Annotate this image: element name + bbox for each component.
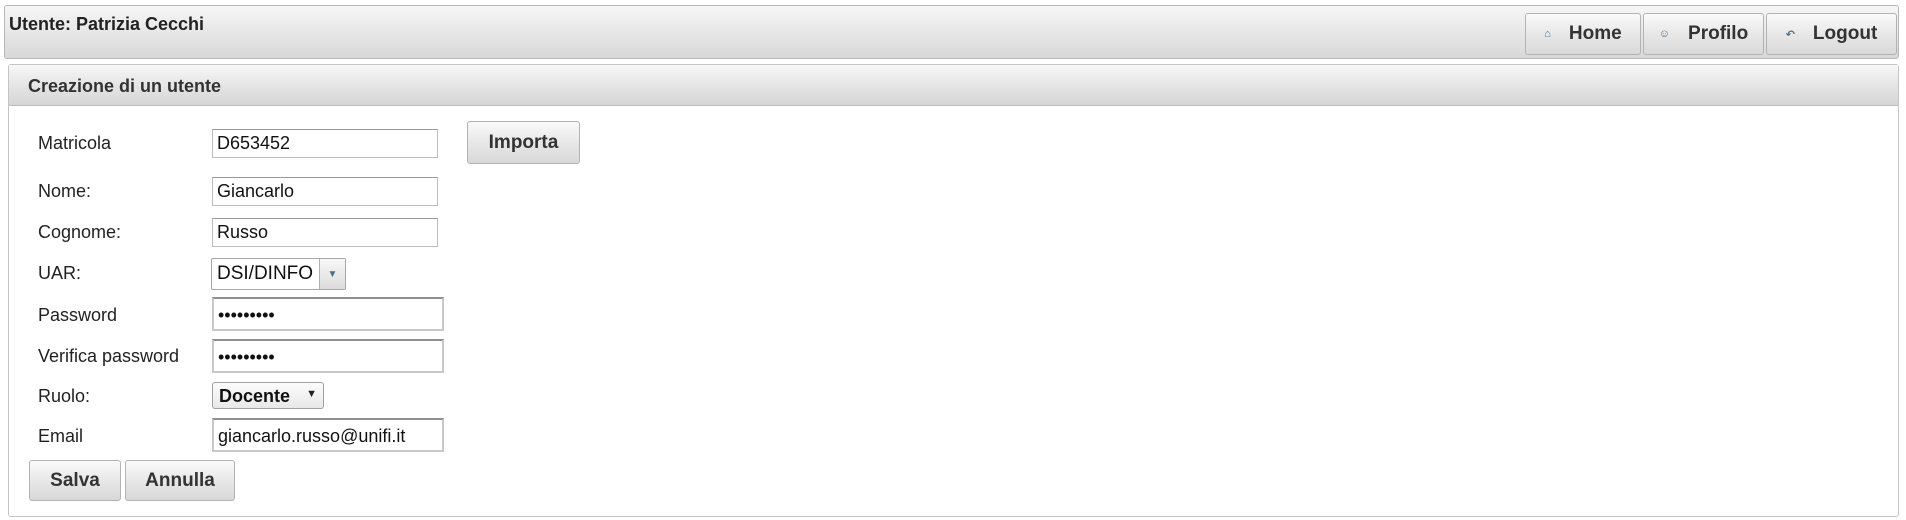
logout-icon: ↶ [1785,28,1795,41]
cognome-label: Cognome: [38,222,122,242]
importa-button[interactable]: Importa [467,121,580,164]
matricola-label: Matricola [38,133,112,153]
user-icon: ☺ [1658,28,1671,40]
panel-header: Creazione di un utente [9,65,1898,106]
panel-title: Creazione di un utente [28,76,222,96]
annulla-button[interactable]: Annulla [125,460,235,501]
home-icon: ⌂ [1544,28,1551,40]
profilo-button[interactable]: ☺ Profilo [1643,13,1764,55]
verifica-password-input[interactable]: ••••••••• [212,339,444,373]
matricola-input[interactable]: D653452 [212,129,438,158]
nome-label: Nome: [38,181,92,201]
chevron-down-icon[interactable]: ▼ [319,259,345,289]
home-button[interactable]: ⌂ Home [1525,13,1641,55]
password-input[interactable]: ••••••••• [212,297,444,331]
cognome-input[interactable]: Russo [212,218,438,247]
password-label: Password [38,305,118,325]
nome-input[interactable]: Giancarlo [212,177,438,206]
profilo-button-label: Profilo [1688,23,1749,44]
ruolo-label: Ruolo: [38,386,91,406]
ruolo-select[interactable]: Docente ▼ [212,382,324,409]
logout-button-label: Logout [1812,23,1878,44]
salva-button[interactable]: Salva [29,460,121,501]
email-label: Email [38,426,84,446]
top-bar: Utente: Patrizia Cecchi ⌂ Home ☺ Profilo… [4,5,1899,59]
uar-selected-value: DSI/DINFO [217,263,314,284]
current-user-label: Utente: Patrizia Cecchi [9,14,205,34]
email-input[interactable]: giancarlo.russo@unifi.it [212,418,444,452]
uar-select[interactable]: DSI/DINFO ▼ [211,258,346,290]
chevron-down-icon: ▼ [306,388,317,400]
verifica-password-label: Verifica password [38,346,180,366]
ruolo-selected-value: Docente [219,386,291,406]
logout-button[interactable]: ↶ Logout [1766,13,1897,55]
uar-label: UAR: [38,263,82,283]
home-button-label: Home [1568,23,1622,44]
